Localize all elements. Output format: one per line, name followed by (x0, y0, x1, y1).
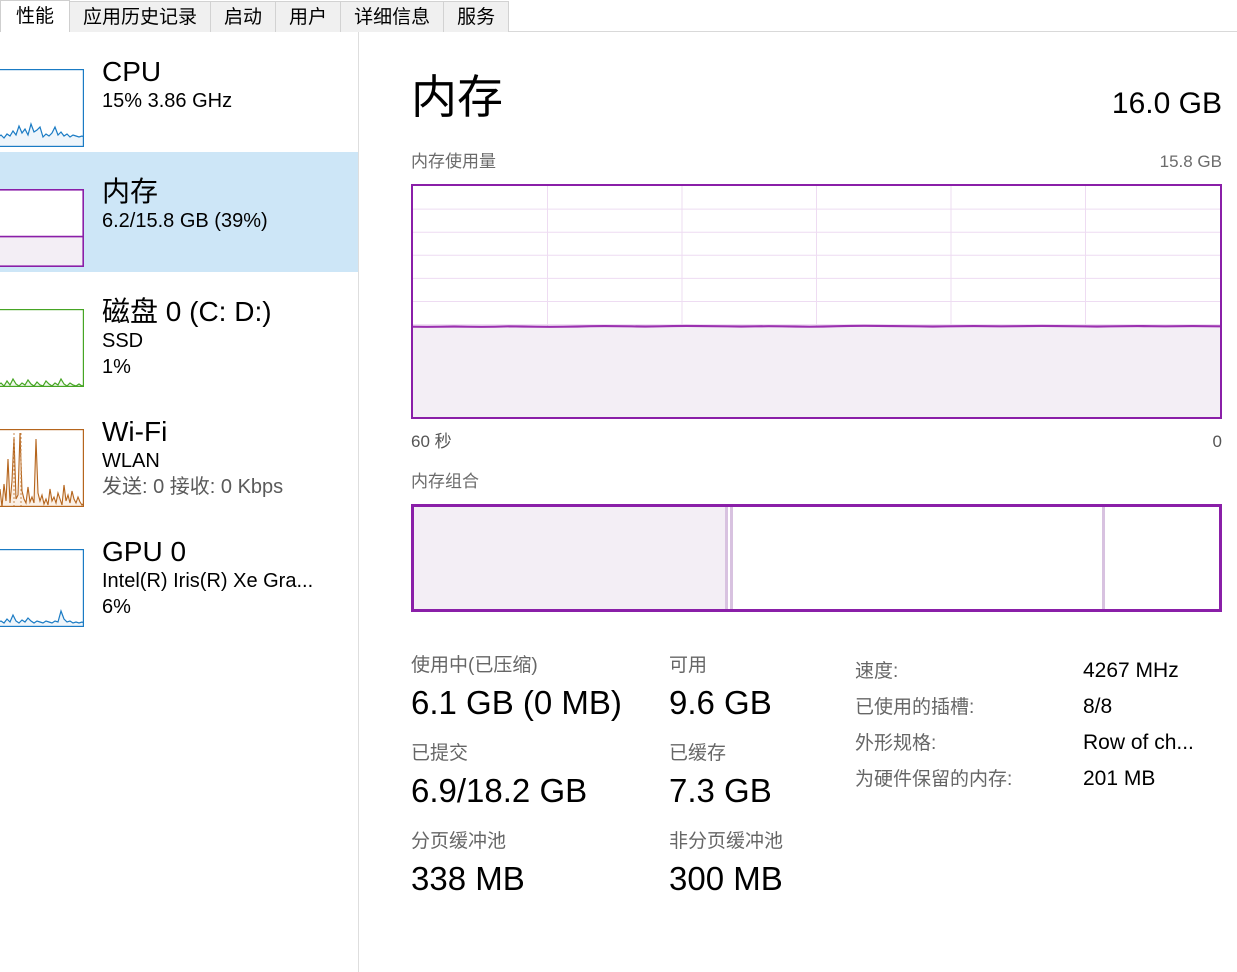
memory-mini-graph (0, 189, 84, 267)
time-axis-end: 0 (1212, 432, 1222, 451)
stat-value: 6.1 GB (0 MB) (411, 684, 622, 721)
tab-performance[interactable]: 性能 (0, 0, 71, 32)
wifi-mini-graph (0, 429, 84, 507)
stat-committed: 已提交 6.9/18.2 GB (411, 740, 669, 828)
cpu-text-block: CPU 15% 3.86 GHz (102, 40, 358, 114)
spec-label: 已使用的插槽: (855, 697, 975, 718)
sidebar-wifi-title: Wi-Fi (102, 416, 168, 447)
sidebar-gpu-title: GPU 0 (102, 536, 187, 567)
cpu-mini-graph (0, 69, 84, 147)
stat-label: 可用 (669, 655, 708, 676)
sidebar-item-disk[interactable]: 磁盘 0 (C: D:) SSD 1% (0, 272, 358, 392)
tab-services[interactable]: 服务 (443, 1, 510, 32)
memory-stats-left: 使用中(已压缩) 6.1 GB (0 MB) 可用 9.6 GB 已提交 6.9… (411, 652, 851, 916)
composition-label: 内存组合 (411, 472, 479, 491)
tab-details[interactable]: 详细信息 (340, 1, 445, 32)
memory-text-block: 内存 6.2/15.8 GB (39%) (102, 160, 358, 234)
composition-divider-2 (729, 507, 733, 609)
memory-specs: 速度: 4267 MHz 已使用的插槽: 8/8 外形规格: Row of ch… (855, 656, 1235, 800)
sidebar-item-gpu[interactable]: GPU 0 Intel(R) Iris(R) Xe Gra... 6% (0, 512, 358, 632)
spec-value: 4267 MHz (1083, 659, 1179, 682)
stat-label: 使用中(已压缩) (411, 655, 538, 676)
stat-value: 300 MB (669, 860, 783, 897)
usage-graph-caption: 内存使用量 15.8 GB (411, 152, 1222, 172)
wifi-text-block: Wi-Fi WLAN 发送: 0 接收: 0 Kbps (102, 400, 358, 500)
sidebar-gpu-model: Intel(R) Iris(R) Xe Gra... (102, 570, 314, 592)
stat-label: 已缓存 (669, 743, 727, 764)
tab-label: 启动 (224, 6, 263, 28)
spec-label: 为硬件保留的内存: (855, 769, 1013, 790)
composition-inuse-segment (414, 507, 725, 609)
stat-value: 9.6 GB (669, 684, 772, 721)
spec-row-form-factor: 外形规格: Row of ch... (855, 728, 1235, 764)
tab-users[interactable]: 用户 (275, 1, 342, 32)
stat-available: 可用 9.6 GB (669, 652, 772, 740)
sidebar-disk-title: 磁盘 0 (C: D:) (102, 296, 272, 327)
sidebar-memory-stats: 6.2/15.8 GB (39%) (102, 210, 268, 232)
stat-value: 7.3 GB (669, 772, 772, 809)
sidebar-cpu-title: CPU (102, 56, 162, 87)
disk-text-block: 磁盘 0 (C: D:) SSD 1% (102, 280, 358, 380)
tab-app-history[interactable]: 应用历史记录 (69, 1, 212, 32)
stat-in-use: 使用中(已压缩) 6.1 GB (0 MB) (411, 652, 669, 740)
tab-startup[interactable]: 启动 (210, 1, 277, 32)
spec-row-slots: 已使用的插槽: 8/8 (855, 692, 1235, 728)
gpu-text-block: GPU 0 Intel(R) Iris(R) Xe Gra... 6% (102, 520, 358, 620)
sidebar-wifi-throughput: 发送: 0 接收: 0 Kbps (102, 476, 284, 498)
stat-nonpaged-pool: 非分页缓冲池 300 MB (669, 828, 783, 916)
memory-usage-chart (413, 186, 1220, 417)
sidebar-memory-title: 内存 (102, 176, 159, 207)
resource-sidebar: CPU 15% 3.86 GHz 内存 6.2/15.8 GB (39%) 磁盘… (0, 32, 359, 972)
memory-composition-bar[interactable] (411, 504, 1222, 612)
sidebar-cpu-stats: 15% 3.86 GHz (102, 90, 233, 112)
spec-value: Row of ch... (1083, 731, 1194, 754)
panel-header: 内存 16.0 GB (411, 70, 1222, 124)
tab-strip: 性能 应用历史记录 启动 用户 详细信息 服务 (0, 0, 1237, 32)
sidebar-gpu-usage: 6% (102, 596, 131, 618)
spec-label: 速度: (855, 661, 899, 682)
sidebar-disk-usage: 1% (102, 356, 131, 378)
stat-row: 已提交 6.9/18.2 GB 已缓存 7.3 GB (411, 740, 851, 828)
stat-label: 分页缓冲池 (411, 831, 507, 852)
tab-label: 服务 (457, 6, 496, 28)
stat-label: 非分页缓冲池 (669, 831, 784, 852)
page-title: 内存 (411, 71, 503, 123)
spec-row-hardware-reserved: 为硬件保留的内存: 201 MB (855, 764, 1235, 800)
usage-graph-label: 内存使用量 (411, 152, 496, 171)
spec-value: 8/8 (1083, 695, 1113, 718)
disk-mini-graph (0, 309, 84, 387)
stat-value: 6.9/18.2 GB (411, 772, 588, 809)
time-axis-start: 60 秒 (411, 432, 452, 451)
tab-label: 详细信息 (354, 6, 431, 28)
stat-row: 分页缓冲池 338 MB 非分页缓冲池 300 MB (411, 828, 851, 916)
stat-cached: 已缓存 7.3 GB (669, 740, 772, 828)
memory-usage-graph (411, 184, 1222, 419)
time-axis-caption: 60 秒 0 (411, 432, 1222, 452)
spec-row-speed: 速度: 4267 MHz (855, 656, 1235, 692)
stat-value: 338 MB (411, 860, 525, 897)
composition-divider-1 (724, 507, 728, 609)
tab-label: 性能 (16, 6, 55, 27)
sidebar-disk-type: SSD (102, 330, 144, 352)
sidebar-item-wifi[interactable]: Wi-Fi WLAN 发送: 0 接收: 0 Kbps (0, 392, 358, 512)
gpu-mini-graph (0, 549, 84, 627)
spec-label: 外形规格: (855, 733, 937, 754)
composition-divider-3 (1101, 507, 1105, 609)
total-memory-value: 16.0 GB (1111, 87, 1222, 120)
composition-caption: 内存组合 (411, 472, 1222, 492)
spec-value: 201 MB (1083, 767, 1156, 790)
stat-label: 已提交 (411, 743, 469, 764)
sidebar-item-memory[interactable]: 内存 6.2/15.8 GB (39%) (0, 152, 358, 272)
tab-label: 用户 (289, 6, 328, 28)
memory-detail-panel: 内存 16.0 GB 内存使用量 15.8 GB 60 秒 0 内存组合 使用中… (360, 32, 1237, 972)
sidebar-wifi-adapter: WLAN (102, 450, 160, 472)
tab-label: 应用历史记录 (83, 6, 198, 28)
sidebar-item-cpu[interactable]: CPU 15% 3.86 GHz (0, 32, 358, 152)
stat-row: 使用中(已压缩) 6.1 GB (0 MB) 可用 9.6 GB (411, 652, 851, 740)
usage-graph-max: 15.8 GB (1159, 152, 1222, 171)
stat-paged-pool: 分页缓冲池 338 MB (411, 828, 669, 916)
